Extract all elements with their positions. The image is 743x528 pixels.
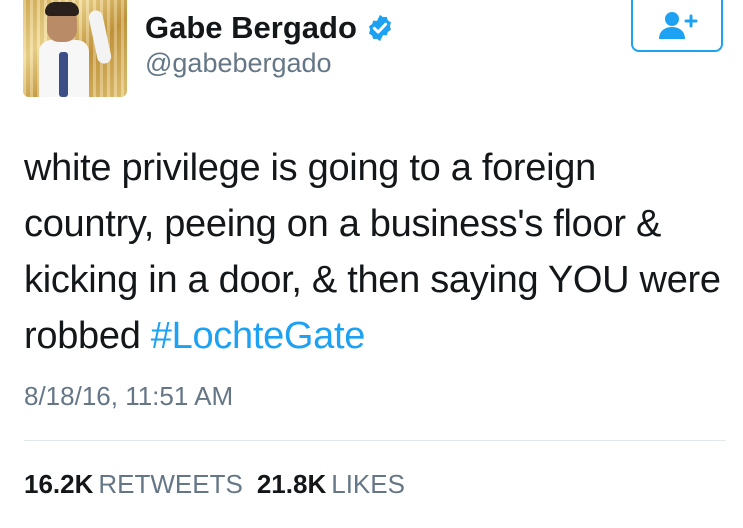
add-user-icon <box>659 12 698 39</box>
avatar-tie <box>59 52 68 97</box>
author-name-row[interactable]: Gabe Bergado <box>145 10 395 46</box>
author-avatar[interactable] <box>23 0 127 97</box>
avatar-hair <box>45 2 79 16</box>
likes-count[interactable]: 21.8K <box>257 469 326 499</box>
verified-badge-icon <box>368 14 391 42</box>
tweet-stats: 16.2K RETWEETS 21.8K LIKES <box>24 469 419 500</box>
retweets-count[interactable]: 16.2K <box>24 469 93 499</box>
retweets-label[interactable]: RETWEETS <box>98 469 242 499</box>
hashtag-link[interactable]: #LochteGate <box>151 315 366 357</box>
tweet-body: white privilege is going to a foreign co… <box>24 147 721 357</box>
tweet-text: white privilege is going to a foreign co… <box>24 140 724 364</box>
divider <box>24 440 726 441</box>
likes-label[interactable]: LIKES <box>331 469 405 499</box>
author-display-name[interactable]: Gabe Bergado <box>145 10 357 46</box>
author-handle[interactable]: @gabebergado <box>145 48 332 79</box>
tweet-timestamp[interactable]: 8/18/16, 11:51 AM <box>24 381 233 412</box>
follow-button[interactable] <box>631 0 723 52</box>
